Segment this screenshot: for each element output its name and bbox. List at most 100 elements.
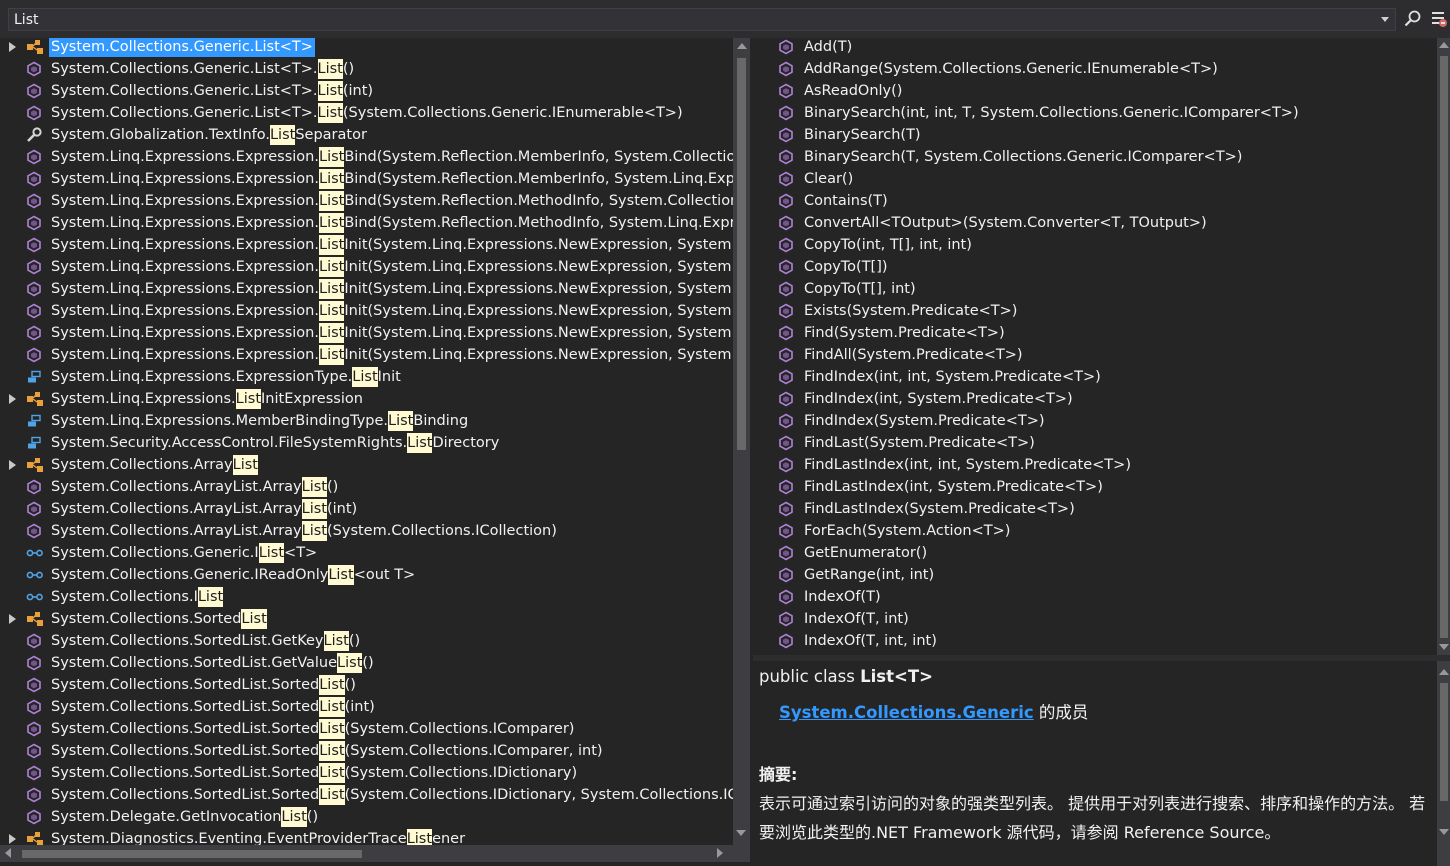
result-row[interactable]: System.Collections.Generic.IReadOnlyList… bbox=[0, 564, 733, 586]
member-row[interactable]: BinarySearch(T) bbox=[753, 124, 1437, 146]
members-list[interactable]: Add(T) AddRange(System.Collections.Generi… bbox=[753, 38, 1437, 655]
result-row[interactable]: System.Linq.Expressions.Expression.ListI… bbox=[0, 256, 733, 278]
member-row[interactable]: IndexOf(T) bbox=[753, 586, 1437, 608]
scroll-right-arrow-icon[interactable] bbox=[717, 848, 723, 858]
result-row[interactable]: System.Collections.SortedList.SortedList… bbox=[0, 784, 733, 806]
result-row[interactable]: System.Collections.Generic.List<T>.List(… bbox=[0, 58, 733, 80]
search-box[interactable] bbox=[8, 8, 1396, 31]
results-horizontal-scrollbar[interactable] bbox=[0, 845, 733, 862]
result-row[interactable]: System.Linq.Expressions.ExpressionType.L… bbox=[0, 366, 733, 388]
search-results-list[interactable]: System.Collections.Generic.List<T> System… bbox=[0, 38, 733, 845]
result-row[interactable]: System.Collections.SortedList.GetValueLi… bbox=[0, 652, 733, 674]
scroll-down-arrow-icon[interactable] bbox=[1439, 644, 1449, 650]
description-vertical-scrollbar[interactable] bbox=[1437, 661, 1450, 866]
member-row[interactable]: CopyTo(T[], int) bbox=[753, 278, 1437, 300]
result-prefix: System.Collections.SortedList.Sorted bbox=[51, 743, 320, 759]
member-row[interactable]: Contains(T) bbox=[753, 190, 1437, 212]
scroll-down-arrow-icon[interactable] bbox=[736, 830, 746, 836]
members-vertical-scrollbar[interactable] bbox=[1437, 38, 1450, 655]
member-row[interactable]: IndexOf(T, int) bbox=[753, 608, 1437, 630]
result-row[interactable]: System.Collections.SortedList.SortedList… bbox=[0, 674, 733, 696]
member-row[interactable]: GetRange(int, int) bbox=[753, 564, 1437, 586]
scrollbar-thumb[interactable] bbox=[737, 58, 746, 450]
scrollbar-thumb[interactable] bbox=[1440, 683, 1448, 801]
result-row[interactable]: System.Collections.ArrayList bbox=[0, 454, 733, 476]
expand-arrow-icon[interactable] bbox=[9, 394, 16, 404]
result-row[interactable]: System.Linq.Expressions.Expression.ListI… bbox=[0, 234, 733, 256]
result-row[interactable]: System.Collections.Generic.IList<T> bbox=[0, 542, 733, 564]
member-row[interactable]: GetEnumerator() bbox=[753, 542, 1437, 564]
dropdown-arrow-icon[interactable] bbox=[1381, 17, 1389, 22]
expand-arrow-icon[interactable] bbox=[9, 460, 16, 470]
result-row[interactable]: System.Collections.SortedList bbox=[0, 608, 733, 630]
result-row[interactable]: System.Linq.Expressions.Expression.ListB… bbox=[0, 212, 733, 234]
namespace-link[interactable]: System.Collections.Generic bbox=[779, 703, 1034, 722]
member-row[interactable]: FindLastIndex(int, System.Predicate<T>) bbox=[753, 476, 1437, 498]
result-row[interactable]: System.Collections.SortedList.GetKeyList… bbox=[0, 630, 733, 652]
result-row[interactable]: System.Linq.Expressions.Expression.ListB… bbox=[0, 190, 733, 212]
result-label: System.Collections.ArrayList.ArrayList(i… bbox=[51, 498, 357, 520]
result-row[interactable]: System.Linq.Expressions.Expression.ListI… bbox=[0, 344, 733, 366]
result-row[interactable]: System.Collections.Generic.List<T> bbox=[0, 38, 733, 58]
result-row[interactable]: System.Linq.Expressions.Expression.ListB… bbox=[0, 168, 733, 190]
member-row[interactable]: CopyTo(T[]) bbox=[753, 256, 1437, 278]
member-row[interactable]: FindIndex(System.Predicate<T>) bbox=[753, 410, 1437, 432]
member-row[interactable]: AddRange(System.Collections.Generic.IEnu… bbox=[753, 58, 1437, 80]
scroll-left-arrow-icon[interactable] bbox=[5, 848, 11, 858]
scroll-up-arrow-icon[interactable] bbox=[1439, 669, 1449, 675]
method-icon bbox=[26, 237, 44, 253]
expand-arrow-icon[interactable] bbox=[9, 614, 16, 624]
member-row[interactable]: BinarySearch(int, int, T, System.Collect… bbox=[753, 102, 1437, 124]
member-row[interactable]: Clear() bbox=[753, 168, 1437, 190]
search-icon[interactable] bbox=[1403, 9, 1423, 29]
member-row[interactable]: BinarySearch(T, System.Collections.Gener… bbox=[753, 146, 1437, 168]
result-row[interactable]: System.Collections.Generic.List<T>.List(… bbox=[0, 80, 733, 102]
result-row[interactable]: System.Linq.Expressions.Expression.ListI… bbox=[0, 300, 733, 322]
result-row[interactable]: System.Collections.IList bbox=[0, 586, 733, 608]
result-row[interactable]: System.Collections.ArrayList.ArrayList(i… bbox=[0, 498, 733, 520]
match-highlight: List bbox=[235, 389, 262, 409]
expand-arrow-icon[interactable] bbox=[9, 834, 16, 844]
result-row[interactable]: System.Globalization.TextInfo.ListSepara… bbox=[0, 124, 733, 146]
member-row[interactable]: ForEach(System.Action<T>) bbox=[753, 520, 1437, 542]
member-row[interactable]: FindIndex(int, System.Predicate<T>) bbox=[753, 388, 1437, 410]
result-row[interactable]: System.Linq.Expressions.Expression.ListI… bbox=[0, 278, 733, 300]
expand-arrow-icon[interactable] bbox=[9, 42, 16, 52]
scrollbar-thumb[interactable] bbox=[22, 850, 362, 858]
result-row[interactable]: System.Collections.SortedList.SortedList… bbox=[0, 718, 733, 740]
result-row[interactable]: System.Linq.Expressions.MemberBindingTyp… bbox=[0, 410, 733, 432]
settings-icon[interactable] bbox=[1429, 9, 1449, 29]
result-row[interactable]: System.Collections.SortedList.SortedList… bbox=[0, 762, 733, 784]
result-row[interactable]: System.Security.AccessControl.FileSystem… bbox=[0, 432, 733, 454]
member-row[interactable]: FindAll(System.Predicate<T>) bbox=[753, 344, 1437, 366]
scroll-down-arrow-icon[interactable] bbox=[1439, 829, 1449, 835]
member-row[interactable]: Add(T) bbox=[753, 38, 1437, 58]
results-vertical-scrollbar[interactable] bbox=[733, 38, 750, 845]
member-row[interactable]: AsReadOnly() bbox=[753, 80, 1437, 102]
result-row[interactable]: System.Collections.Generic.List<T>.List(… bbox=[0, 102, 733, 124]
member-row[interactable]: IndexOf(T, int, int) bbox=[753, 630, 1437, 652]
member-row[interactable]: FindLastIndex(int, int, System.Predicate… bbox=[753, 454, 1437, 476]
member-row[interactable]: Find(System.Predicate<T>) bbox=[753, 322, 1437, 344]
search-input[interactable] bbox=[9, 9, 1369, 30]
result-prefix: System.Delegate.GetInvocation bbox=[51, 809, 282, 825]
interface-icon bbox=[26, 589, 44, 605]
scroll-up-arrow-icon[interactable] bbox=[1439, 42, 1449, 48]
result-row[interactable]: System.Linq.Expressions.Expression.ListB… bbox=[0, 146, 733, 168]
scroll-up-arrow-icon[interactable] bbox=[737, 43, 747, 49]
result-row[interactable]: System.Delegate.GetInvocationList() bbox=[0, 806, 733, 828]
result-row[interactable]: System.Collections.SortedList.SortedList… bbox=[0, 696, 733, 718]
result-row[interactable]: System.Collections.SortedList.SortedList… bbox=[0, 740, 733, 762]
result-row[interactable]: System.Collections.ArrayList.ArrayList(S… bbox=[0, 520, 733, 542]
member-row[interactable]: FindLast(System.Predicate<T>) bbox=[753, 432, 1437, 454]
result-row[interactable]: System.Linq.Expressions.Expression.ListI… bbox=[0, 322, 733, 344]
member-row[interactable]: FindLastIndex(System.Predicate<T>) bbox=[753, 498, 1437, 520]
scrollbar-thumb[interactable] bbox=[1440, 56, 1448, 638]
result-row[interactable]: System.Collections.ArrayList.ArrayList() bbox=[0, 476, 733, 498]
result-row[interactable]: System.Diagnostics.Eventing.EventProvide… bbox=[0, 828, 733, 845]
result-row[interactable]: System.Linq.Expressions.ListInitExpressi… bbox=[0, 388, 733, 410]
member-row[interactable]: FindIndex(int, int, System.Predicate<T>) bbox=[753, 366, 1437, 388]
member-row[interactable]: ConvertAll<TOutput>(System.Converter<T, … bbox=[753, 212, 1437, 234]
member-row[interactable]: CopyTo(int, T[], int, int) bbox=[753, 234, 1437, 256]
member-row[interactable]: Exists(System.Predicate<T>) bbox=[753, 300, 1437, 322]
